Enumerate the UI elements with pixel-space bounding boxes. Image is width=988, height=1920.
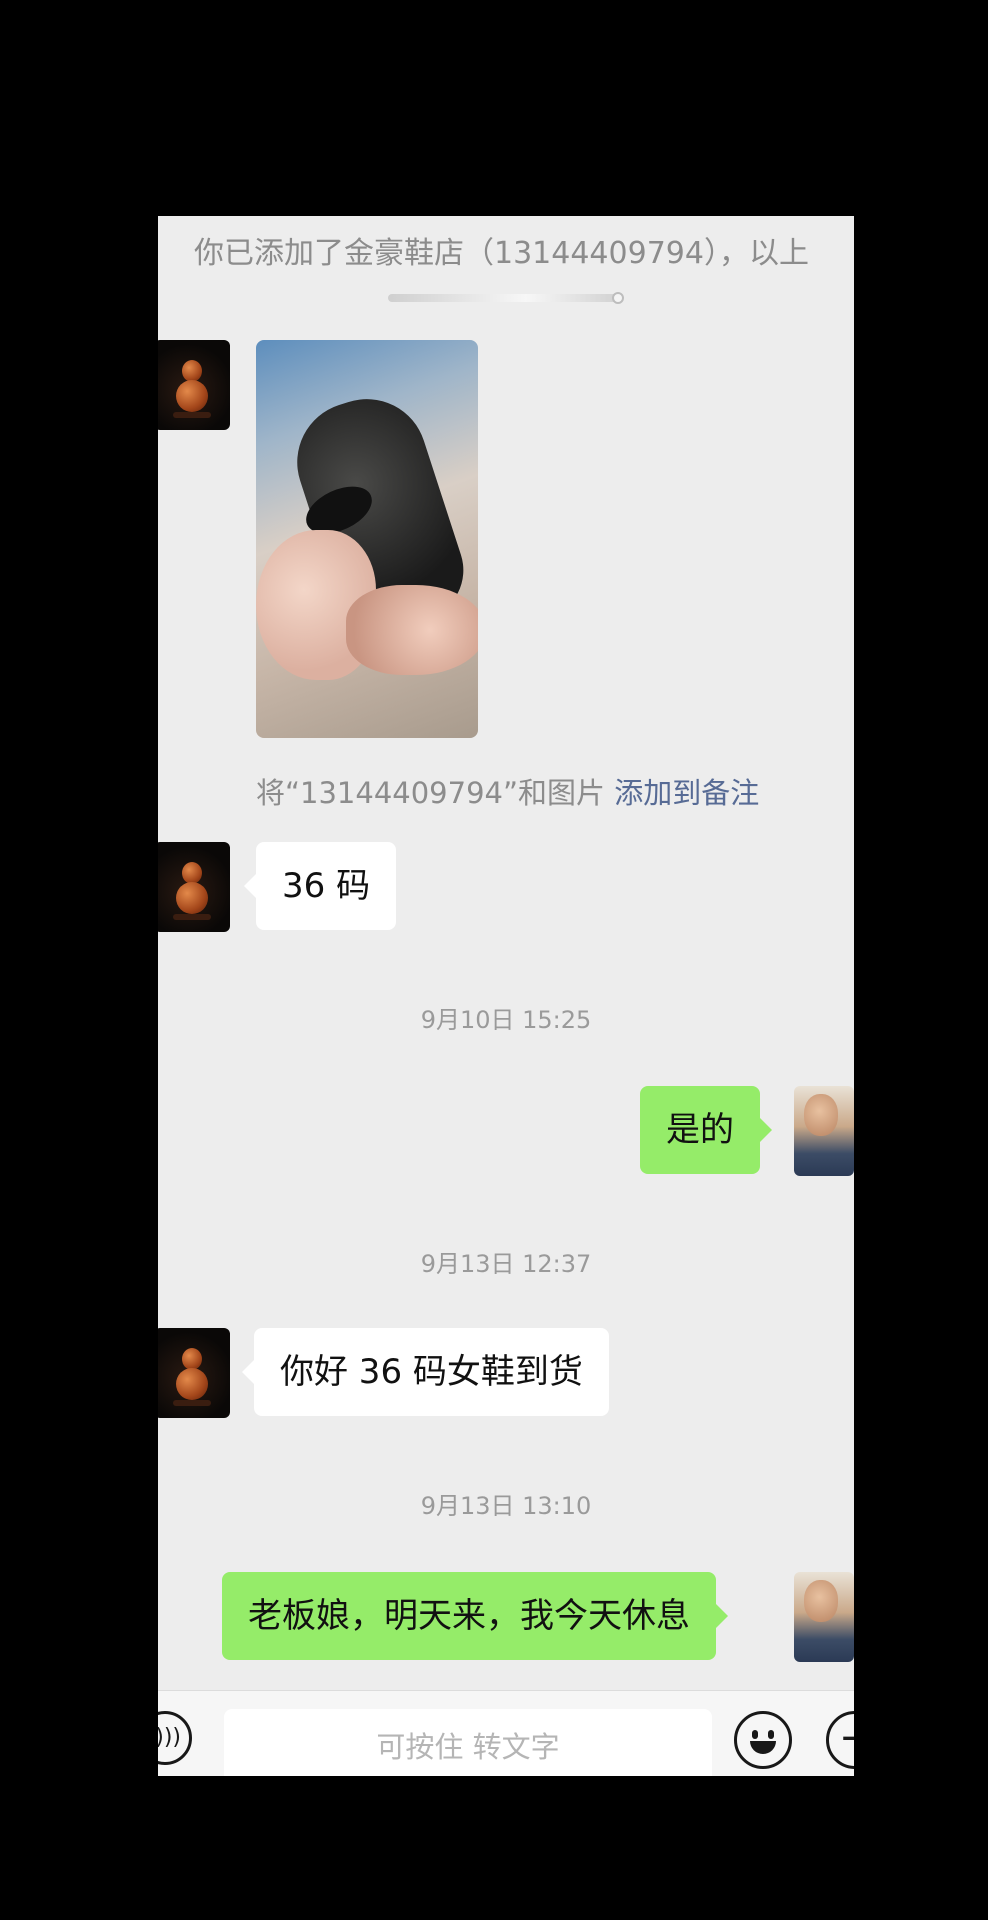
gourd-icon [182,1348,202,1370]
contact-avatar[interactable] [158,340,230,430]
chat-screen: 你已添加了金豪鞋店（13144409794），以上 将“13144409794”… [158,216,854,1776]
add-to-remark-prefix: 将“13144409794”和图片 [256,776,606,810]
message-timestamp: 9月13日 12:37 [420,1250,592,1278]
emoji-mouth [750,1741,776,1754]
gourd-stand [173,412,211,418]
contact-avatar[interactable] [158,1328,230,1418]
face-image [804,1094,838,1136]
gourd-body [176,380,208,412]
input-bar: ))) 可按住 转文字 + [158,1690,854,1776]
add-to-remark-note: 将“13144409794”和图片 添加到备注 [256,770,759,812]
my-avatar[interactable] [794,1572,854,1662]
message-timestamp: 9月10日 15:25 [420,1006,592,1034]
message-timestamp: 9月13日 13:10 [420,1492,592,1520]
gourd-stand [173,1400,211,1406]
system-note: 你已添加了金豪鞋店（13144409794），以上 [194,236,809,271]
outgoing-message[interactable]: 老板娘，明天来，我今天休息 [222,1572,728,1660]
gourd-body [176,882,208,914]
face-image [804,1580,838,1622]
voice-icon[interactable]: ))) [158,1711,192,1765]
message-input[interactable]: 可按住 转文字 [224,1709,712,1776]
gourd-body [176,1368,208,1400]
contact-avatar[interactable] [158,842,230,932]
note-scroll-indicator [388,294,618,302]
emoji-eye-right [768,1730,774,1739]
gourd-icon [182,360,202,382]
my-avatar[interactable] [794,1086,854,1176]
hand-image-2 [346,585,478,675]
emoji-eye-left [752,1730,758,1739]
incoming-message[interactable]: 你好 36 码女鞋到货 [242,1328,609,1416]
add-to-remark-link[interactable]: 添加到备注 [614,776,759,810]
outgoing-message[interactable]: 是的 [640,1086,772,1174]
gourd-icon [182,862,202,884]
photo-message[interactable] [256,340,478,738]
emoji-icon[interactable] [734,1711,792,1769]
incoming-message[interactable]: 36 码 [243,842,397,930]
plus-icon[interactable]: + [826,1711,854,1769]
note-indicator-dot [612,292,624,304]
gourd-stand [173,914,211,920]
